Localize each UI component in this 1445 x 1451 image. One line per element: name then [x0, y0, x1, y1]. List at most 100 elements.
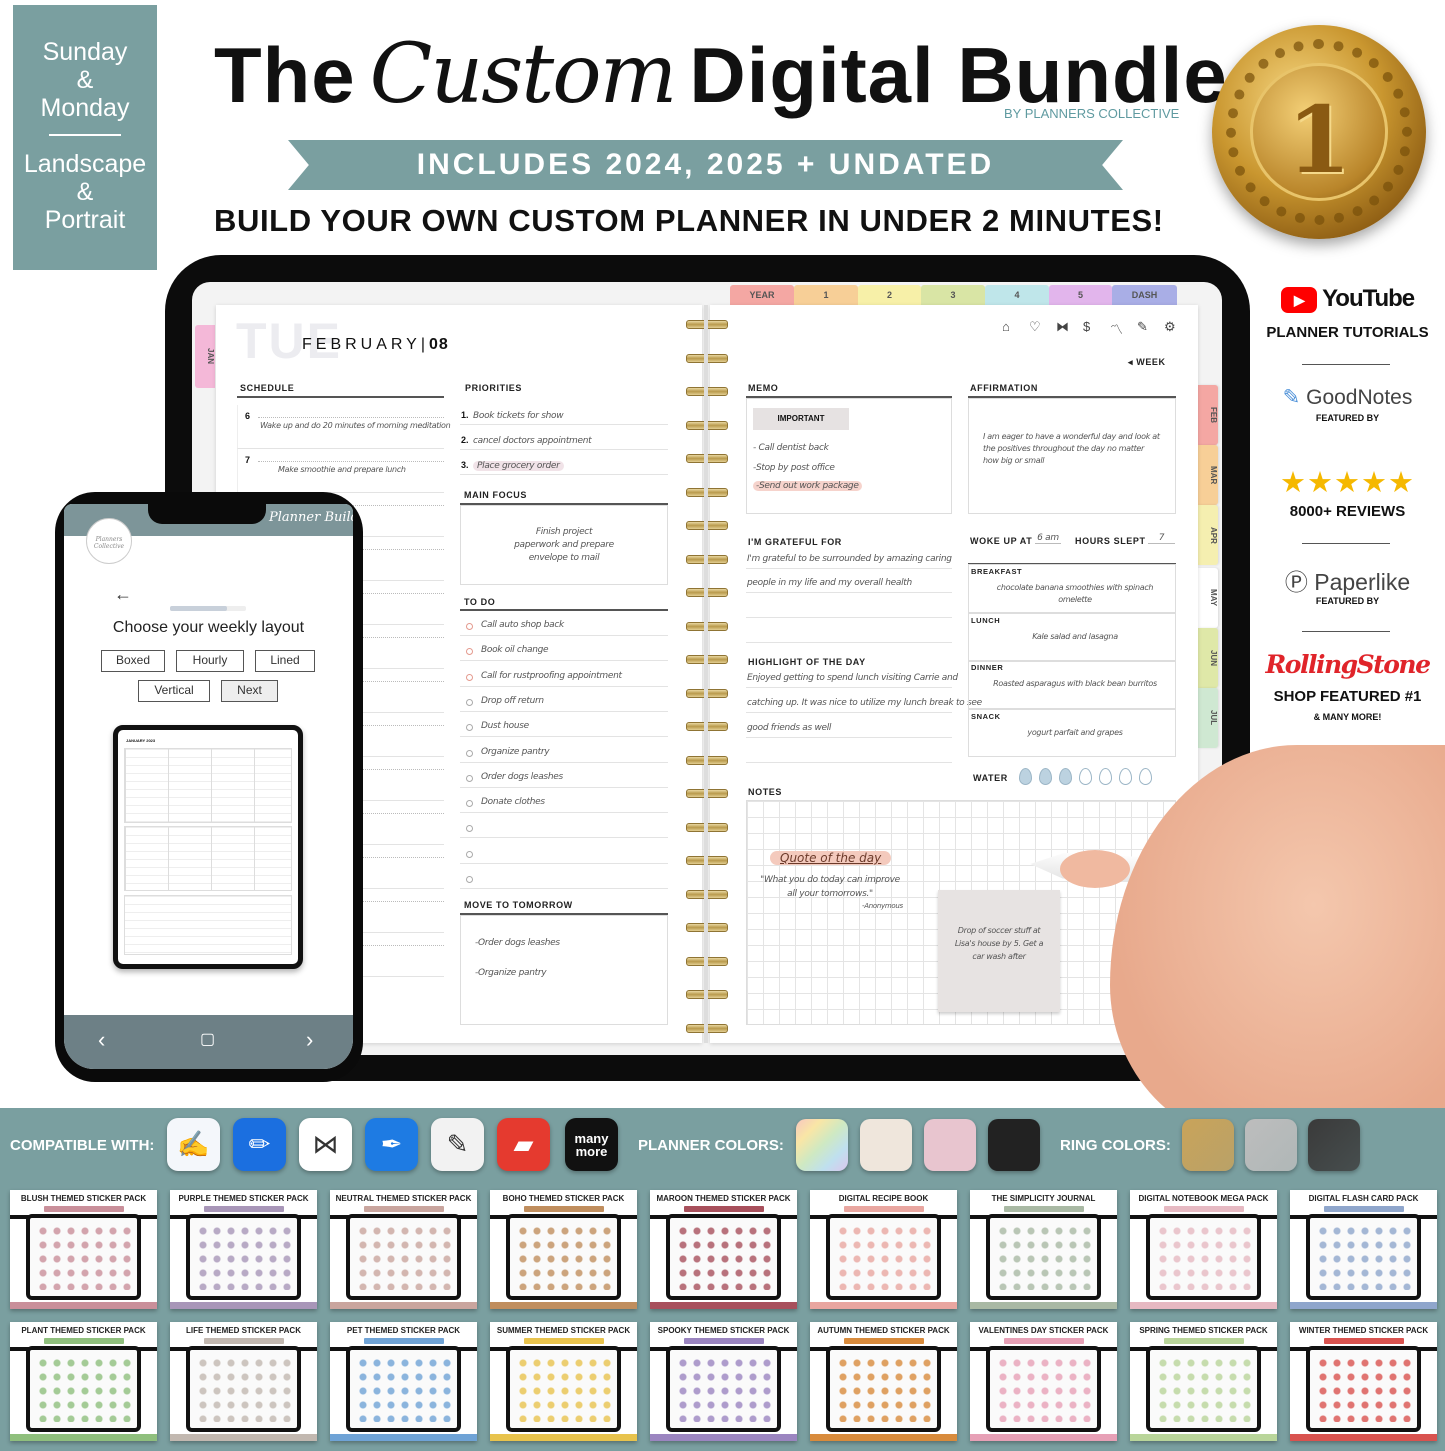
product-preview: [986, 1346, 1101, 1432]
checkbox[interactable]: [466, 698, 473, 706]
product-tile[interactable]: PLANT THEMED STICKER PACK: [10, 1322, 157, 1441]
boxed-option[interactable]: Boxed: [101, 650, 165, 672]
tab-3[interactable]: 3: [921, 285, 985, 306]
tab-2[interactable]: 2: [858, 285, 921, 306]
water-drop-filled-icon[interactable]: [1019, 768, 1032, 785]
tab-4[interactable]: 4: [985, 285, 1049, 306]
tab-jan[interactable]: JAN: [195, 325, 215, 388]
product-tile[interactable]: DIGITAL FLASH CARD PACK: [1290, 1190, 1437, 1309]
tab-apr[interactable]: APR: [1198, 505, 1218, 565]
ring-color-swatch[interactable]: [1308, 1119, 1360, 1171]
water-drop-filled-icon[interactable]: [1059, 768, 1072, 785]
product-tile[interactable]: SPRING THEMED STICKER PACK: [1130, 1322, 1277, 1441]
tab-dash[interactable]: DASH: [1112, 285, 1177, 306]
schedule-entry: Wake up and do 20 minutes of morning med…: [260, 421, 451, 430]
tab-1[interactable]: 1: [794, 285, 858, 306]
line: [460, 474, 668, 475]
gear-icon[interactable]: ⚙: [1164, 319, 1176, 335]
tab-5[interactable]: 5: [1049, 285, 1112, 306]
move-box[interactable]: -Order dogs leashes -Organize pantry: [460, 915, 668, 1025]
product-preview: [26, 1214, 141, 1300]
goodnotes-logo: ✎ GoodNotes: [1255, 385, 1440, 410]
tab-feb[interactable]: FEB: [1198, 385, 1218, 445]
home-icon[interactable]: ⌂: [1002, 319, 1010, 334]
water-drop-icon[interactable]: [1099, 768, 1112, 785]
planner-color-swatch[interactable]: [796, 1119, 848, 1171]
dumbbell-icon[interactable]: ⧓: [1056, 319, 1069, 335]
highlight-line: Enjoyed getting to spend lunch visiting …: [747, 673, 958, 683]
dollar-icon[interactable]: $: [1083, 319, 1090, 334]
product-tile[interactable]: PET THEMED STICKER PACK: [330, 1322, 477, 1441]
product-tile[interactable]: BLUSH THEMED STICKER PACK: [10, 1190, 157, 1309]
main-focus-box[interactable]: Finish project paperwork and prepare env…: [460, 505, 668, 585]
product-title: SPRING THEMED STICKER PACK: [1139, 1326, 1268, 1335]
checked-icon[interactable]: [466, 673, 473, 681]
lined-option[interactable]: Lined: [255, 650, 315, 672]
product-tile[interactable]: MAROON THEMED STICKER PACK: [650, 1190, 797, 1309]
memo-box[interactable]: IMPORTANT - Call dentist back -Stop by p…: [746, 398, 952, 514]
move-item: -Organize pantry: [475, 968, 547, 978]
pencil-icon[interactable]: ✎: [1137, 319, 1148, 335]
product-tile[interactable]: DIGITAL RECIPE BOOK: [810, 1190, 957, 1309]
product-tile[interactable]: WINTER THEMED STICKER PACK: [1290, 1322, 1437, 1441]
product-tile[interactable]: LIFE THEMED STICKER PACK: [170, 1322, 317, 1441]
product-tile[interactable]: BOHO THEMED STICKER PACK: [490, 1190, 637, 1309]
checked-icon[interactable]: [466, 623, 473, 630]
water-drop-icon[interactable]: [1079, 768, 1092, 785]
water-label: WATER: [973, 773, 1008, 783]
app-logo: Planners Collective: [86, 518, 132, 564]
line: [746, 592, 952, 593]
vertical-option[interactable]: Vertical: [138, 680, 210, 702]
dotted-line: [258, 461, 444, 462]
nav-forward-icon[interactable]: ›: [306, 1027, 313, 1053]
product-tile[interactable]: DIGITAL NOTEBOOK MEGA PACK: [1130, 1190, 1277, 1309]
checkbox[interactable]: [466, 774, 473, 782]
nav-home-icon[interactable]: ▢: [200, 1029, 215, 1049]
nav-back-icon[interactable]: ‹: [98, 1027, 105, 1053]
planner-color-swatch[interactable]: [988, 1119, 1040, 1171]
tab-jun[interactable]: JUN: [1198, 628, 1218, 688]
schedule-hour: 7: [245, 455, 251, 465]
woke-up-field[interactable]: 6 am: [1035, 533, 1061, 544]
line: [460, 449, 668, 450]
tab-year[interactable]: YEAR: [730, 285, 794, 306]
affirmation-box[interactable]: I am eager to have a wonderful day and l…: [968, 398, 1176, 514]
planner-color-swatch[interactable]: [860, 1119, 912, 1171]
ring-color-swatch[interactable]: [1182, 1119, 1234, 1171]
ring-color-swatch[interactable]: [1245, 1119, 1297, 1171]
back-arrow-icon[interactable]: ←: [114, 584, 132, 605]
checkbox[interactable]: [466, 850, 473, 858]
product-title: SUMMER THEMED STICKER PACK: [496, 1326, 631, 1335]
sticky-note[interactable]: Drop of soccer stuff at Lisa's house by …: [938, 890, 1060, 1012]
chart-icon[interactable]: 〽: [1110, 319, 1123, 338]
water-drop-filled-icon[interactable]: [1039, 768, 1052, 785]
tab-jul[interactable]: JUL: [1198, 688, 1218, 748]
hourly-option[interactable]: Hourly: [176, 650, 244, 672]
todo-text: Order dogs leashes: [481, 771, 563, 782]
meal-label: BREAKFAST: [971, 567, 1023, 576]
next-button[interactable]: Next: [221, 680, 278, 702]
product-tile[interactable]: PURPLE THEMED STICKER PACK: [170, 1190, 317, 1309]
product-tile[interactable]: SPOOKY THEMED STICKER PACK: [650, 1322, 797, 1441]
product-title: DIGITAL NOTEBOOK MEGA PACK: [1138, 1194, 1269, 1203]
product-tile[interactable]: AUTUMN THEMED STICKER PACK: [810, 1322, 957, 1441]
week-link[interactable]: ◂ WEEK: [1128, 357, 1166, 368]
product-tile[interactable]: THE SIMPLICITY JOURNAL: [970, 1190, 1117, 1309]
product-subtitle-bar: [1163, 1338, 1244, 1344]
water-drop-icon[interactable]: [1119, 768, 1132, 785]
product-tile[interactable]: NEUTRAL THEMED STICKER PACK: [330, 1190, 477, 1309]
tab-may[interactable]: MAY: [1198, 568, 1218, 628]
heart-icon[interactable]: ♡: [1029, 319, 1041, 335]
hours-slept-field[interactable]: 7: [1148, 533, 1175, 544]
line: [746, 642, 952, 643]
product-tile[interactable]: SUMMER THEMED STICKER PACK: [490, 1322, 637, 1441]
planner-color-swatch[interactable]: [924, 1119, 976, 1171]
product-subtitle-bar: [523, 1206, 604, 1212]
checkbox[interactable]: [466, 749, 473, 757]
product-tile[interactable]: VALENTINES DAY STICKER PACK: [970, 1322, 1117, 1441]
priorities-heading: PRIORITIES: [465, 383, 523, 393]
product-title: PURPLE THEMED STICKER PACK: [178, 1194, 309, 1203]
checkbox[interactable]: [466, 876, 473, 883]
water-drop-icon[interactable]: [1139, 768, 1152, 785]
tab-mar[interactable]: MAR: [1198, 445, 1218, 505]
